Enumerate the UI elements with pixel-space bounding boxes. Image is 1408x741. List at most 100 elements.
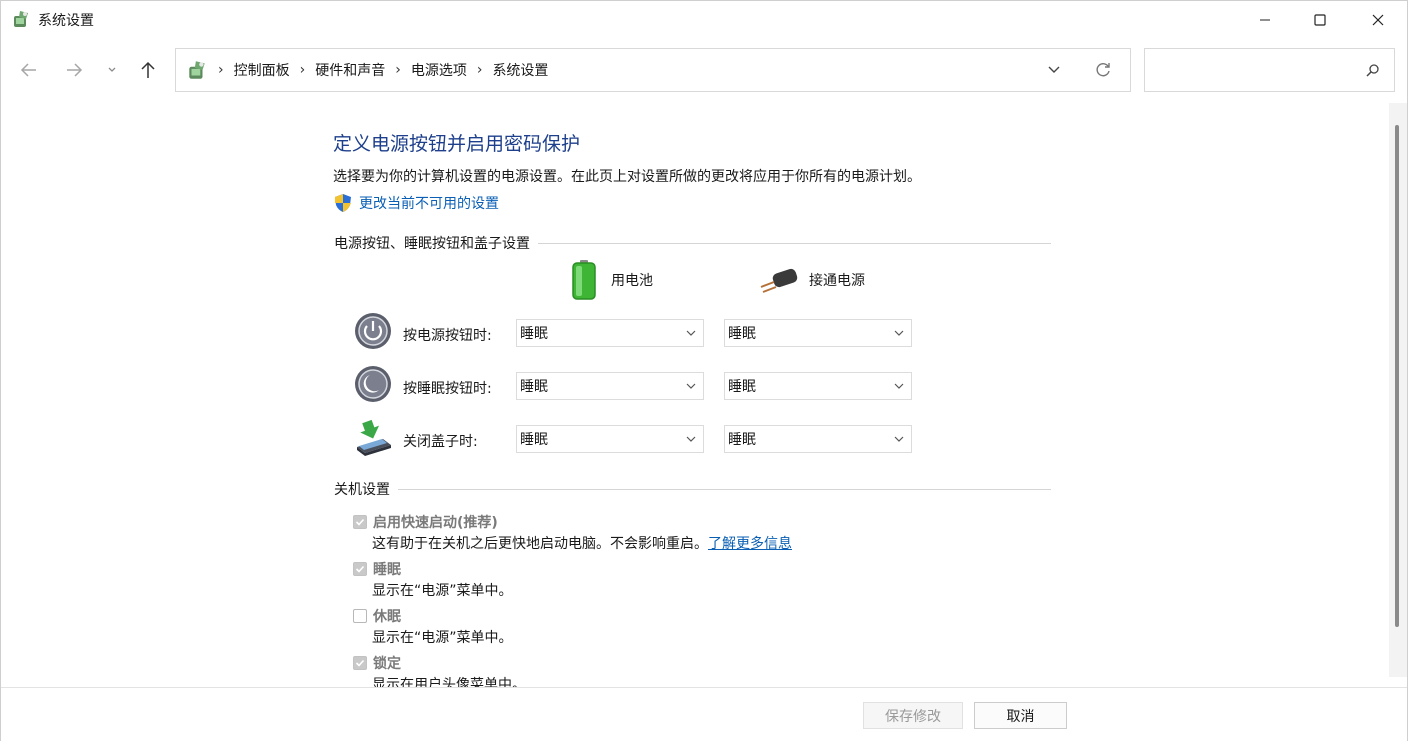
maximize-button[interactable] — [1293, 1, 1347, 39]
plugged-in-column-header: 接通电源 — [759, 265, 865, 295]
settings-content: 定义电源按钮并启用密码保护 选择要为你的计算机设置的电源设置。在此页上对设置所做… — [1, 101, 1389, 687]
sleep-button-plugged-select[interactable]: 睡眠 — [724, 372, 912, 400]
laptop-lid-icon — [353, 417, 393, 457]
page-title: 定义电源按钮并启用密码保护 — [333, 133, 581, 155]
title-bar: 系统设置 — [1, 1, 1407, 39]
description-text: 这有助于在关机之后更快地启动电脑。不会影响重启。 — [372, 536, 708, 552]
up-button[interactable] — [133, 55, 163, 85]
window-title: 系统设置 — [38, 13, 94, 29]
address-bar[interactable]: › 控制面板 › 硬件和声音 › 电源选项 › 系统设置 — [175, 48, 1131, 92]
sleep-button-label: 按睡眠按钮时: — [403, 381, 492, 397]
window: 系统设置 › 控制面板 › 硬件和声音 › 电源选项 › 系统设置 定义电源按钮… — [0, 0, 1408, 741]
chevron-down-icon — [1048, 66, 1060, 73]
breadcrumb-item[interactable]: 系统设置 — [486, 60, 554, 80]
forward-button[interactable] — [59, 55, 89, 85]
section-title: 电源按钮、睡眠按钮和盖子设置 — [334, 236, 530, 252]
checkmark-icon — [355, 518, 365, 526]
address-history-button[interactable] — [1046, 61, 1062, 81]
chevron-down-icon — [108, 67, 116, 72]
battery-column-header: 用电池 — [569, 259, 653, 301]
chevron-down-icon — [686, 383, 696, 389]
close-icon — [1372, 14, 1384, 26]
change-unavailable-settings-link[interactable]: 更改当前不可用的设置 — [333, 193, 499, 213]
chevron-right-icon: › — [218, 62, 224, 78]
chevron-down-icon — [894, 436, 904, 442]
power-button-plugged-select[interactable]: 睡眠 — [724, 319, 912, 347]
plugged-in-label: 接通电源 — [809, 273, 865, 289]
close-lid-label: 关闭盖子时: — [403, 434, 478, 450]
sleep-menu-description: 显示在“电源”菜单中。 — [372, 583, 513, 599]
power-plug-icon — [760, 268, 798, 293]
fast-startup-description: 这有助于在关机之后更快地启动电脑。不会影响重启。了解更多信息 — [372, 533, 792, 553]
close-button[interactable] — [1351, 1, 1405, 39]
checkmark-icon — [355, 659, 365, 667]
arrow-right-icon — [67, 63, 83, 77]
power-buttons-section-header: 电源按钮、睡眠按钮和盖子设置 — [334, 233, 1051, 253]
hibernate-menu-description: 显示在“电源”菜单中。 — [372, 630, 513, 646]
change-link-label[interactable]: 更改当前不可用的设置 — [359, 193, 499, 213]
sleep-button-icon — [353, 364, 393, 404]
save-changes-button[interactable]: 保存修改 — [863, 702, 963, 729]
chevron-down-icon — [686, 330, 696, 336]
refresh-button[interactable] — [1094, 61, 1112, 83]
checkbox-box[interactable] — [353, 609, 367, 623]
scrollbar-thumb[interactable] — [1395, 125, 1399, 627]
footer-bar: 保存修改 取消 — [1, 687, 1407, 741]
lock-menu-description: 显示在用户头像菜单中。 — [372, 677, 526, 687]
chevron-down-icon — [686, 436, 696, 442]
arrow-up-icon — [141, 61, 155, 78]
page-description: 选择要为你的计算机设置的电源设置。在此页上对设置所做的更改将应用于你所有的电源计… — [333, 169, 921, 185]
close-lid-plugged-select[interactable]: 睡眠 — [724, 425, 912, 453]
checkbox-box[interactable] — [353, 515, 367, 529]
checkbox-box[interactable] — [353, 562, 367, 576]
close-lid-battery-select[interactable]: 睡眠 — [516, 425, 704, 453]
power-button-label: 按电源按钮时: — [403, 328, 492, 344]
maximize-icon — [1314, 14, 1326, 26]
chevron-right-icon[interactable]: › — [473, 62, 487, 78]
section-divider — [398, 488, 1051, 490]
checkmark-icon — [355, 565, 365, 573]
minimize-icon — [1260, 19, 1270, 21]
section-title: 关机设置 — [334, 482, 390, 498]
chevron-down-icon — [894, 383, 904, 389]
minimize-button[interactable] — [1238, 1, 1292, 39]
chevron-right-icon[interactable]: › — [296, 62, 310, 78]
back-button[interactable] — [14, 55, 44, 85]
hibernate-menu-checkbox[interactable]: 休眠 — [353, 606, 401, 626]
control-panel-icon — [11, 9, 31, 29]
lock-menu-checkbox[interactable]: 锁定 — [353, 653, 401, 673]
sleep-button-battery-select[interactable]: 睡眠 — [516, 372, 704, 400]
checkbox-label: 睡眠 — [373, 562, 401, 578]
cancel-button[interactable]: 取消 — [974, 702, 1067, 729]
battery-icon — [572, 260, 596, 300]
sleep-menu-checkbox[interactable]: 睡眠 — [353, 559, 401, 579]
select-value: 睡眠 — [520, 326, 548, 342]
uac-shield-icon — [335, 194, 351, 212]
search-icon — [1366, 63, 1380, 81]
chevron-down-icon — [894, 330, 904, 336]
checkbox-box[interactable] — [353, 656, 367, 670]
checkbox-label: 休眠 — [373, 609, 401, 625]
chevron-right-icon[interactable]: › — [391, 62, 405, 78]
shutdown-section-header: 关机设置 — [334, 479, 1051, 499]
breadcrumb-item[interactable]: 控制面板 — [228, 60, 296, 80]
fast-startup-checkbox[interactable]: 启用快速启动(推荐) — [353, 512, 498, 532]
learn-more-link[interactable]: 了解更多信息 — [708, 536, 792, 552]
recent-locations-button[interactable] — [97, 55, 127, 85]
arrow-left-icon — [20, 63, 36, 77]
checkbox-label: 锁定 — [373, 656, 401, 672]
breadcrumb-item[interactable]: 电源选项 — [405, 60, 473, 80]
breadcrumb: › 控制面板 › 硬件和声音 › 电源选项 › 系统设置 — [214, 49, 554, 91]
refresh-icon — [1096, 63, 1110, 77]
search-input[interactable] — [1144, 48, 1395, 92]
select-value: 睡眠 — [520, 432, 548, 448]
power-button-icon — [353, 311, 393, 351]
select-value: 睡眠 — [728, 326, 756, 342]
section-divider — [538, 242, 1051, 244]
battery-label: 用电池 — [611, 273, 653, 289]
power-button-battery-select[interactable]: 睡眠 — [516, 319, 704, 347]
select-value: 睡眠 — [728, 432, 756, 448]
control-panel-icon — [186, 59, 208, 85]
checkbox-label: 启用快速启动(推荐) — [373, 515, 498, 531]
breadcrumb-item[interactable]: 硬件和声音 — [309, 60, 391, 80]
